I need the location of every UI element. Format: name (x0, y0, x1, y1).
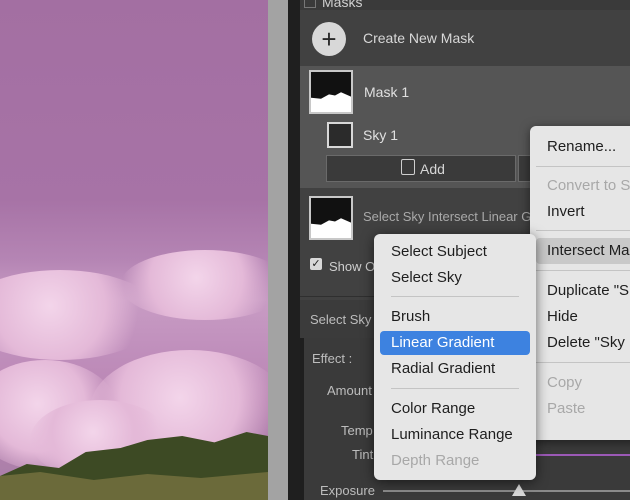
submenu-separator (391, 388, 519, 389)
submenu-item-select-sky[interactable]: Select Sky (391, 269, 462, 286)
sky-1-label[interactable]: Sky 1 (363, 127, 398, 143)
context-item-copy: Copy (547, 374, 583, 391)
amount-label: Amount (327, 383, 372, 398)
sky-mask-icon[interactable] (327, 122, 353, 148)
context-item-hide[interactable]: Hide (547, 308, 578, 325)
tint-slider-track[interactable] (536, 454, 630, 456)
temp-label: Temp (341, 423, 373, 438)
panel-scroll-gutter (288, 0, 300, 500)
context-separator (536, 230, 630, 231)
mask-1-label[interactable]: Mask 1 (364, 84, 409, 100)
tint-label: Tint (352, 447, 374, 462)
exposure-label: Exposure (320, 483, 375, 498)
context-item-delete[interactable]: Delete "Sky (547, 334, 625, 351)
masks-header-label: Masks (322, 0, 363, 10)
context-separator (536, 362, 630, 363)
context-item-convert: Convert to S (547, 177, 630, 194)
plus-icon[interactable]: + (312, 22, 346, 56)
show-overlay-label: Show O (329, 259, 376, 274)
intersect-submenu: Select Subject Select Sky Brush Linear G… (374, 234, 536, 480)
submenu-item-select-subject[interactable]: Select Subject (391, 243, 487, 260)
mask-context-menu: Rename... Convert to S Invert Intersect … (530, 126, 630, 440)
mask-1-thumbnail[interactable] (309, 70, 353, 114)
submenu-item-brush[interactable]: Brush (391, 308, 430, 325)
exposure-slider-thumb[interactable] (512, 484, 526, 496)
add-mask-icon (401, 159, 415, 175)
intersect-mask-label[interactable]: Select Sky Intersect Linear Gr (363, 209, 536, 224)
photo-preview[interactable] (0, 0, 268, 500)
submenu-item-luminance-range[interactable]: Luminance Range (391, 426, 513, 443)
submenu-item-color-range[interactable]: Color Range (391, 400, 475, 417)
exposure-slider-track[interactable] (383, 490, 630, 492)
submenu-item-depth-range: Depth Range (391, 452, 480, 469)
create-new-mask-row[interactable]: + Create New Mask (300, 14, 630, 62)
header-checkbox[interactable] (304, 0, 316, 8)
select-sky-bar-label: Select Sky (310, 312, 372, 327)
intersect-mask-thumbnail[interactable] (309, 196, 353, 240)
add-label: Add (420, 161, 445, 177)
show-overlay-checkbox[interactable]: ✓ (310, 258, 322, 270)
panel-divider[interactable] (268, 0, 288, 500)
context-item-paste: Paste (547, 400, 586, 417)
context-item-invert[interactable]: Invert (547, 203, 585, 220)
masks-header: Masks (300, 0, 630, 10)
submenu-item-linear-gradient[interactable]: Linear Gradient (391, 334, 494, 351)
context-item-rename[interactable]: Rename... (547, 138, 616, 155)
context-separator (536, 166, 630, 167)
create-new-mask-label: Create New Mask (363, 30, 475, 46)
context-separator (536, 270, 630, 271)
context-item-intersect[interactable]: Intersect Ma (547, 242, 630, 259)
submenu-item-radial-gradient[interactable]: Radial Gradient (391, 360, 495, 377)
context-item-duplicate[interactable]: Duplicate "S (547, 282, 629, 299)
effect-label: Effect : (312, 351, 353, 366)
submenu-separator (391, 296, 519, 297)
